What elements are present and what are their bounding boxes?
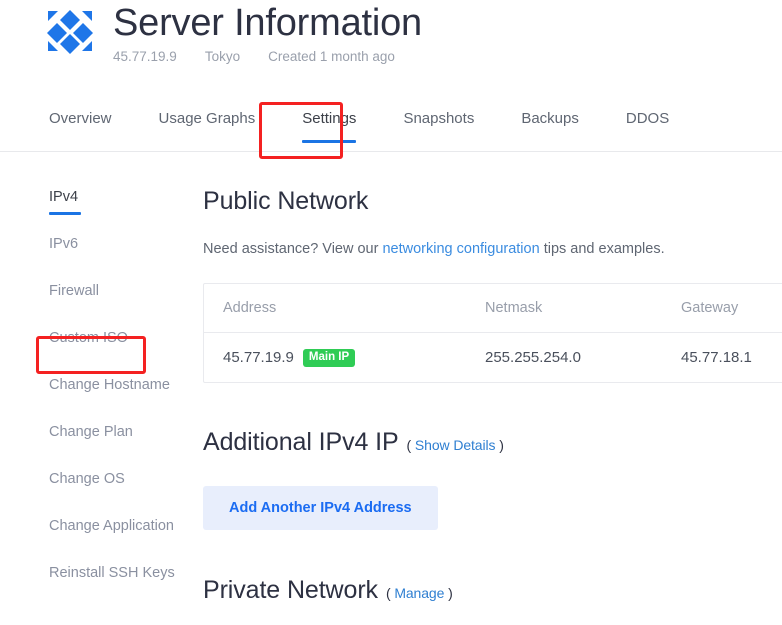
server-created-meta: Created 1 month ago [268,49,395,64]
networking-configuration-link[interactable]: networking configuration [382,241,539,257]
sidebar-item-custom-iso[interactable]: Custom ISO [49,327,203,374]
tab-overview-label: Overview [49,110,112,127]
sidebar-item-change-application[interactable]: Change Application [49,515,203,562]
cell-address: 45.77.19.9 Main IP [223,348,485,367]
paren-open: ( [406,437,412,453]
additional-ipv4-action-group: ( Show Details ) [407,437,504,453]
paren-open: ( [385,585,391,601]
additional-ipv4-title-text: Additional IPv4 IP [203,428,399,456]
cell-gateway: 45.77.18.1 [681,349,752,366]
cell-address-value: 45.77.19.9 [223,349,294,366]
column-header-address: Address [223,300,277,316]
sidebar-item-ipv4-label: IPv4 [49,189,79,205]
sidebar-item-change-hostname-label: Change Hostname [49,377,170,393]
title-block: Server Information 45.77.19.9 Tokyo Crea… [113,0,422,64]
tab-bar: Overview Usage Graphs Settings Snapshots… [0,100,782,152]
public-network-title: Public Network [203,187,369,215]
page-title: Server Information [113,2,422,44]
column-header-netmask: Netmask [485,300,543,316]
tab-active-underline [302,140,357,143]
assistance-suffix: tips and examples. [543,241,665,257]
sidebar-item-change-plan-label: Change Plan [49,424,133,440]
sidebar-item-custom-iso-label: Custom ISO [49,330,128,346]
tab-ddos-label: DDOS [625,110,670,127]
sidebar-item-ipv6-label: IPv6 [49,236,79,252]
table-header-row: Address Netmask Gateway [204,284,782,333]
add-another-ipv4-address-button[interactable]: Add Another IPv4 Address [203,486,438,530]
tab-backups-label: Backups [521,110,579,127]
tab-backups[interactable]: Backups [521,100,579,127]
settings-body: IPv4 IPv6 Firewall Custom ISO Change Hos… [0,152,782,609]
private-network-title-text: Private Network [203,576,378,604]
public-network-table: Address Netmask Gateway 45.77.19.9 Main … [203,283,782,383]
sidebar-item-change-application-label: Change Application [49,518,174,534]
settings-sidebar: IPv4 IPv6 Firewall Custom ISO Change Hos… [0,186,203,609]
sidebar-item-ipv4[interactable]: IPv4 [49,186,203,233]
server-meta-row: 45.77.19.9 Tokyo Created 1 month ago [113,49,422,64]
tab-snapshots-label: Snapshots [403,110,475,127]
show-details-link[interactable]: Show Details [415,437,496,453]
additional-ipv4-title: Additional IPv4 IP ( Show Details ) [203,427,782,460]
tab-usage-graphs-label: Usage Graphs [158,110,256,127]
sidebar-item-change-plan[interactable]: Change Plan [49,421,203,468]
private-network-action-group: ( Manage ) [386,585,453,601]
tab-usage-graphs[interactable]: Usage Graphs [159,100,256,127]
sidebar-active-underline [49,212,81,215]
assistance-prefix: Need assistance? View our [203,241,379,257]
tab-settings[interactable]: Settings [302,100,357,143]
settings-content: Public Network Need assistance? View our… [203,186,782,609]
tab-bar-divider [0,151,782,152]
paren-close: ) [448,585,453,601]
cell-netmask: 255.255.254.0 [485,349,581,366]
tab-overview[interactable]: Overview [49,100,112,127]
private-network-title: Private Network ( Manage ) [203,575,782,608]
private-network-section: Private Network ( Manage ) [203,575,782,608]
sidebar-item-change-os-label: Change OS [49,471,125,487]
additional-ipv4-section: Additional IPv4 IP ( Show Details ) Add A… [203,427,782,530]
assistance-line: Need assistance? View our networking con… [203,241,782,257]
vultr-diamond-logo-icon [46,8,94,56]
sidebar-item-firewall-label: Firewall [49,283,99,299]
status-badge-main-ip: Main IP [302,348,356,367]
paren-close: ) [499,437,504,453]
sidebar-item-change-os[interactable]: Change OS [49,468,203,515]
sidebar-item-reinstall-ssh-keys[interactable]: Reinstall SSH Keys [49,562,203,609]
tab-snapshots[interactable]: Snapshots [403,100,474,127]
sidebar-item-firewall[interactable]: Firewall [49,280,203,327]
server-region-meta: Tokyo [204,49,241,64]
sidebar-item-change-hostname[interactable]: Change Hostname [49,374,203,421]
sidebar-item-reinstall-ssh-keys-label: Reinstall SSH Keys [49,565,175,581]
tab-settings-label: Settings [302,110,357,127]
manage-link[interactable]: Manage [394,585,444,601]
server-ip-meta: 45.77.19.9 [113,49,177,64]
column-header-gateway: Gateway [681,300,739,316]
sidebar-item-ipv6[interactable]: IPv6 [49,233,203,280]
table-row: 45.77.19.9 Main IP 255.255.254.0 45.77.1… [204,333,782,382]
tab-ddos[interactable]: DDOS [626,100,669,127]
page-header: Server Information 45.77.19.9 Tokyo Crea… [0,0,782,100]
